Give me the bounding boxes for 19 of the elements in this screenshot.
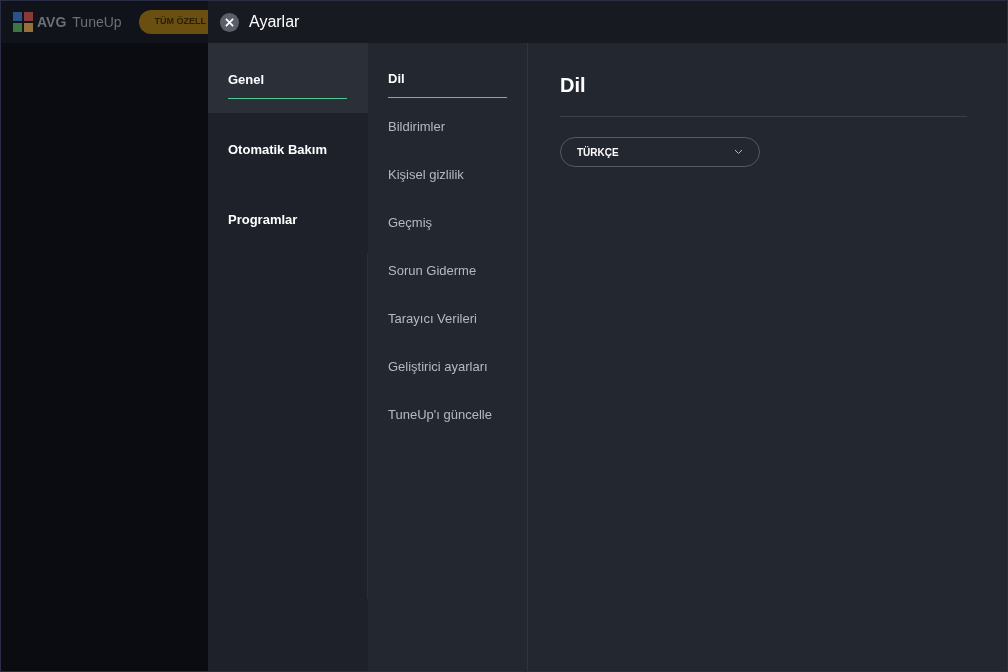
category-tab[interactable]: Genel <box>208 43 368 113</box>
close-icon <box>225 17 234 27</box>
category-tab[interactable]: Programlar <box>208 183 368 253</box>
close-button[interactable] <box>220 12 239 32</box>
section-heading: Dil <box>560 70 967 117</box>
logo-icon <box>13 12 33 32</box>
section-tab[interactable]: TuneUp'ı güncelle <box>368 405 527 453</box>
section-tab[interactable]: Geliştirici ayarları <box>368 357 527 405</box>
category-tab[interactable]: Otomatik Bakım <box>208 113 368 183</box>
section-tab[interactable]: Dil <box>368 69 527 117</box>
chevron-icon <box>734 149 743 155</box>
panel-title: Ayarlar <box>249 12 300 32</box>
section-tab[interactable]: Geçmiş <box>368 213 527 261</box>
section-tab[interactable]: Kişisel gizlilik <box>368 165 527 213</box>
section-tab[interactable]: Bildirimler <box>368 117 527 165</box>
section-tab[interactable]: Tarayıcı Verileri <box>368 309 527 357</box>
section-tab[interactable]: Sorun Giderme <box>368 261 527 309</box>
product-name: TuneUp <box>72 12 122 32</box>
brand-name: AVG <box>37 12 67 32</box>
